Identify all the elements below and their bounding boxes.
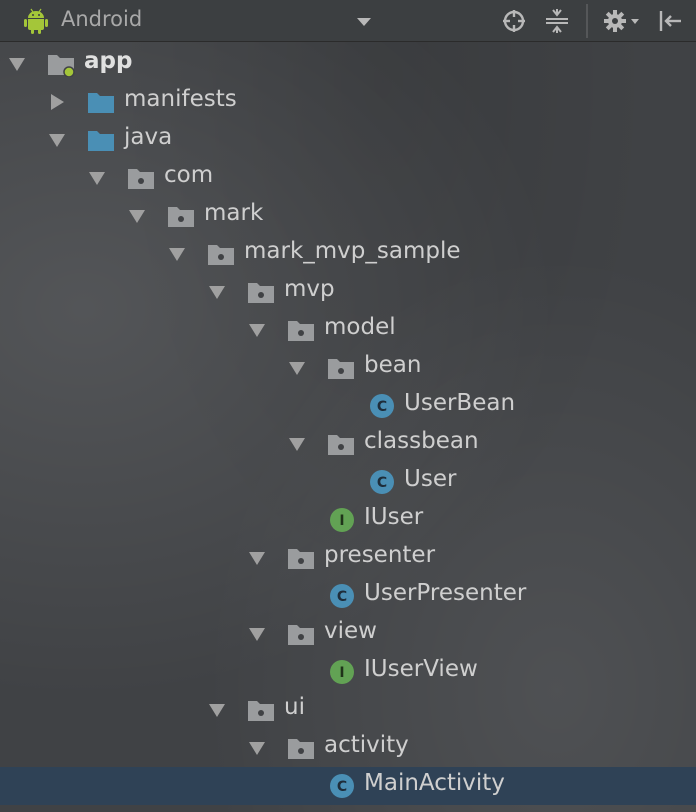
class-icon: C	[330, 584, 354, 608]
collapsed-arrow-icon[interactable]	[47, 92, 67, 112]
tree-node-iuserview[interactable]: I IUserView	[0, 653, 696, 691]
tree-label-presenter: presenter	[324, 542, 436, 568]
project-view-title[interactable]: Android	[61, 7, 142, 31]
tree-label-mark: mark	[204, 200, 264, 226]
tree-node-com[interactable]: com	[0, 159, 696, 197]
tree-node-model[interactable]: model	[0, 311, 696, 349]
tree-node-classbean[interactable]: classbean	[0, 425, 696, 463]
expanded-arrow-icon[interactable]	[247, 738, 267, 758]
tree-node-userbean[interactable]: C UserBean	[0, 387, 696, 425]
tree-node-bean[interactable]: bean	[0, 349, 696, 387]
package-icon	[128, 169, 154, 189]
tree-label-manifests: manifests	[124, 86, 237, 112]
tree-node-mvp[interactable]: mvp	[0, 273, 696, 311]
expanded-arrow-icon[interactable]	[47, 130, 67, 150]
package-icon	[168, 207, 194, 227]
class-icon: C	[330, 774, 354, 798]
class-icon: C	[370, 470, 394, 494]
expanded-arrow-icon[interactable]	[287, 358, 307, 378]
tree-node-ui[interactable]: ui	[0, 691, 696, 729]
expanded-arrow-icon[interactable]	[207, 282, 227, 302]
tree-label-com: com	[164, 162, 214, 188]
tree-node-manifests[interactable]: manifests	[0, 83, 696, 121]
tree-label-iuserview: IUserView	[364, 656, 478, 682]
package-icon	[208, 245, 234, 265]
package-icon	[288, 625, 314, 645]
interface-icon: I	[330, 508, 354, 532]
expanded-arrow-icon[interactable]	[87, 168, 107, 188]
tree-label-userpresenter: UserPresenter	[364, 580, 527, 606]
tree-node-user[interactable]: C User	[0, 463, 696, 501]
package-icon	[328, 359, 354, 379]
project-panel: Android app manifests java com mark mark…	[0, 0, 696, 812]
tree-label-mvp: mvp	[284, 276, 335, 302]
tree-label-activity: activity	[324, 732, 409, 758]
tree-node-activity[interactable]: activity	[0, 729, 696, 767]
expanded-arrow-icon[interactable]	[287, 434, 307, 454]
folder-icon	[88, 93, 114, 113]
locate-icon[interactable]	[500, 7, 528, 35]
tree-label-mainactivity: MainActivity	[364, 770, 505, 796]
expanded-arrow-icon[interactable]	[247, 320, 267, 340]
android-icon	[24, 8, 48, 34]
package-icon	[248, 283, 274, 303]
tree-label-view: view	[324, 618, 377, 644]
svg-text:C: C	[377, 399, 387, 415]
project-toolbar: Android	[0, 0, 696, 42]
svg-text:I: I	[339, 513, 344, 529]
package-icon	[248, 701, 274, 721]
tree-node-app[interactable]: app	[0, 45, 696, 83]
tree-node-mark-mvp-sample[interactable]: mark_mvp_sample	[0, 235, 696, 273]
tree-node-iuser[interactable]: I IUser	[0, 501, 696, 539]
toolbar-separator	[586, 4, 588, 38]
project-tree: app manifests java com mark mark_mvp_sam…	[0, 44, 696, 812]
hide-panel-icon[interactable]	[656, 7, 684, 35]
tree-node-mainactivity[interactable]: C MainActivity	[0, 767, 696, 805]
tree-node-view[interactable]: view	[0, 615, 696, 653]
interface-icon: I	[330, 660, 354, 684]
svg-text:C: C	[337, 779, 347, 795]
module-folder-icon	[48, 55, 75, 77]
expanded-arrow-icon[interactable]	[167, 244, 187, 264]
package-icon	[288, 321, 314, 341]
tree-label-mark-mvp-sample: mark_mvp_sample	[244, 238, 461, 264]
tree-label-bean: bean	[364, 352, 422, 378]
package-icon	[328, 435, 354, 455]
tree-label-iuser: IUser	[364, 504, 424, 530]
tree-label-ui: ui	[284, 694, 305, 720]
tree-label-model: model	[324, 314, 396, 340]
tree-node-userpresenter[interactable]: C UserPresenter	[0, 577, 696, 615]
expanded-arrow-icon[interactable]	[7, 54, 27, 74]
dropdown-icon[interactable]	[354, 15, 374, 29]
folder-icon	[88, 131, 114, 151]
expanded-arrow-icon[interactable]	[207, 700, 227, 720]
tree-node-java[interactable]: java	[0, 121, 696, 159]
tree-label-app: app	[84, 48, 133, 74]
svg-text:I: I	[339, 665, 344, 681]
tree-label-userbean: UserBean	[404, 390, 516, 416]
svg-text:C: C	[377, 475, 387, 491]
gear-icon[interactable]	[602, 7, 642, 35]
tree-node-mark[interactable]: mark	[0, 197, 696, 235]
svg-text:C: C	[337, 589, 347, 605]
package-icon	[288, 549, 314, 569]
tree-label-user: User	[404, 466, 457, 492]
class-icon: C	[370, 394, 394, 418]
tree-label-java: java	[124, 124, 173, 150]
expanded-arrow-icon[interactable]	[247, 624, 267, 644]
expanded-arrow-icon[interactable]	[127, 206, 147, 226]
tree-node-presenter[interactable]: presenter	[0, 539, 696, 577]
tree-label-classbean: classbean	[364, 428, 479, 454]
collapse-icon[interactable]	[543, 7, 571, 35]
package-icon	[288, 739, 314, 759]
expanded-arrow-icon[interactable]	[247, 548, 267, 568]
